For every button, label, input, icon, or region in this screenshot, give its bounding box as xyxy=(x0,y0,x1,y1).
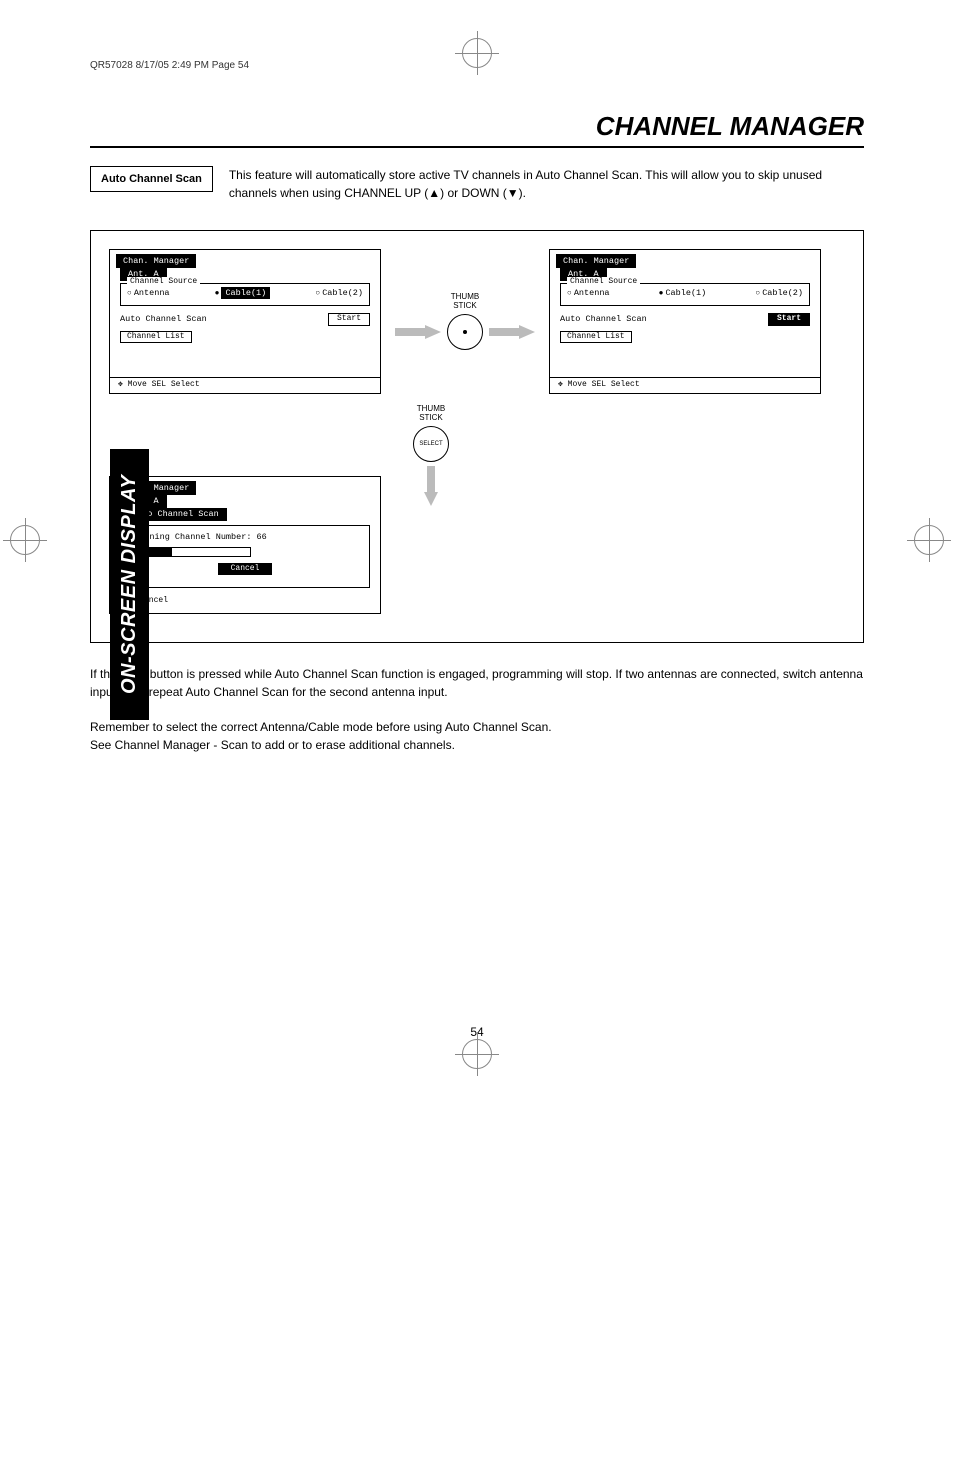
menu1-cable1-selected: Cable(1) xyxy=(215,288,271,299)
menu2-antenna: Antenna xyxy=(567,288,610,299)
crop-mark-bottom xyxy=(462,1039,492,1069)
menu3-scanning-text: Scanning Channel Number: 66 xyxy=(129,532,361,543)
crop-mark-right xyxy=(914,525,944,555)
paragraph-2: Remember to select the correct Antenna/C… xyxy=(90,718,864,755)
crop-mark-top xyxy=(462,38,492,68)
select-step: THUMB STICK SELECT xyxy=(413,404,449,506)
menu2-channel-list: Channel List xyxy=(560,331,632,343)
menu1-channel-list: Channel List xyxy=(120,331,192,343)
thumbstick-label: THUMB STICK xyxy=(451,292,479,310)
thumbstick-step: THUMB STICK xyxy=(395,292,535,350)
menu3-cancel-button: Cancel xyxy=(218,563,273,575)
menu-panel-3: Chan. Manager Ant. A Auto Channel Scan S… xyxy=(109,476,381,614)
intro-text: This feature will automatically store ac… xyxy=(229,166,864,202)
arrow-down-icon xyxy=(424,466,438,506)
menu1-legend: Channel Source xyxy=(127,277,200,287)
menu1-start-button: Start xyxy=(328,313,370,325)
select-button-icon: SELECT xyxy=(413,426,449,462)
menu2-title: Chan. Manager xyxy=(556,254,636,268)
menu2-auto-scan-label: Auto Channel Scan xyxy=(560,314,647,325)
menu2-cable1: Cable(1) xyxy=(659,288,707,299)
sidebar-tab: ON-SCREEN DISPLAY xyxy=(110,449,149,720)
menu1-auto-scan-label: Auto Channel Scan xyxy=(120,314,207,325)
menu-panel-1: Chan. Manager Ant. A Channel Source Ante… xyxy=(109,249,381,394)
menu2-cable2: Cable(2) xyxy=(755,288,803,299)
menu1-title: Chan. Manager xyxy=(116,254,196,268)
arrow-right-icon xyxy=(489,325,535,339)
section-label: Auto Channel Scan xyxy=(90,166,213,192)
menu3-footer: SEL Cancel xyxy=(110,594,380,612)
menu1-antenna: Antenna xyxy=(127,288,170,299)
menu2-footer: ✥ Move SEL Select xyxy=(550,377,820,392)
thumbstick-button-icon xyxy=(447,314,483,350)
menu2-start-button-highlighted: Start xyxy=(768,313,810,325)
arrow-right-icon xyxy=(395,325,441,339)
diagram-container: Chan. Manager Ant. A Channel Source Ante… xyxy=(90,230,864,643)
paragraph-1: If the EXIT button is pressed while Auto… xyxy=(90,665,864,702)
crop-mark-left xyxy=(10,525,40,555)
menu1-cable2: Cable(2) xyxy=(315,288,363,299)
menu2-legend: Channel Source xyxy=(567,277,640,287)
page-title: CHANNEL MANAGER xyxy=(90,111,864,148)
menu1-footer: ✥ Move SEL Select xyxy=(110,377,380,392)
thumbstick-label-2: THUMB STICK xyxy=(417,404,445,422)
menu-panel-2: Chan. Manager Ant. A Channel Source Ante… xyxy=(549,249,821,394)
